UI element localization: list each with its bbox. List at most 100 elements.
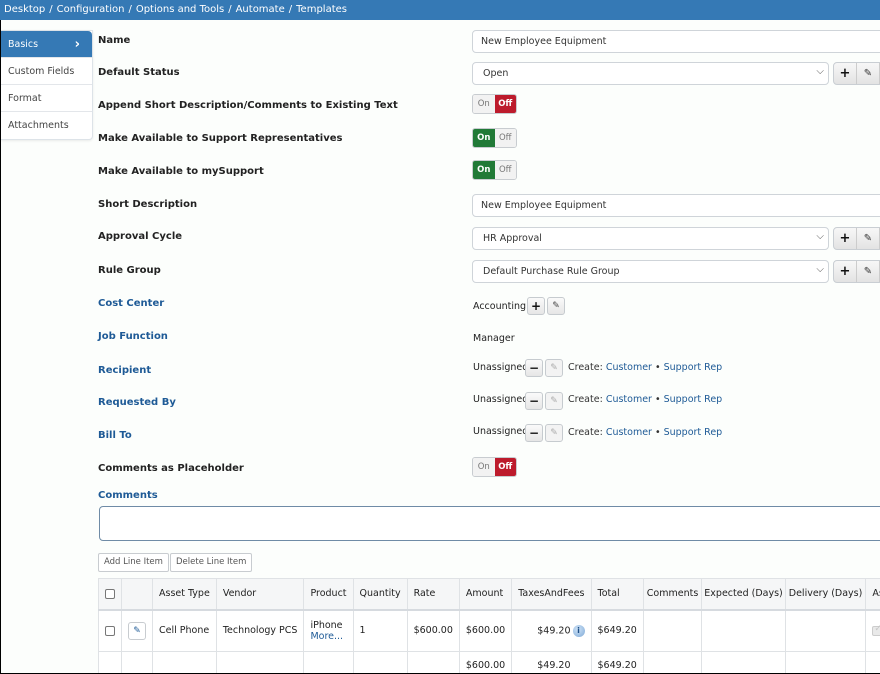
sidebar-item-basics[interactable]: Basics › xyxy=(1,31,92,58)
pencil-icon[interactable]: ✎ xyxy=(857,261,880,282)
available-mysupport-toggle[interactable]: On Off xyxy=(472,160,517,180)
create-customer-link[interactable]: Customer xyxy=(606,427,652,438)
rule-group-select[interactable]: Default Purchase Rule Group ⌵ xyxy=(472,260,829,283)
recipient-label[interactable]: Recipient xyxy=(98,365,151,376)
toggle-on-option[interactable]: On xyxy=(473,129,495,147)
taxes-value: $49.20 xyxy=(537,625,571,637)
row-edit-cell: ✎ xyxy=(121,609,153,652)
column-header-asset-type[interactable]: Asset Type xyxy=(152,578,217,611)
recipient-value: Unassigned xyxy=(473,362,529,373)
pencil-icon[interactable]: ✎ xyxy=(545,392,563,410)
bill-to-label[interactable]: Bill To xyxy=(98,430,132,441)
pencil-icon[interactable]: ✎ xyxy=(545,424,563,442)
column-header-vendor[interactable]: Vendor xyxy=(215,578,305,611)
default-status-select[interactable]: Open ⌵ xyxy=(472,62,829,85)
remove-icon[interactable]: − xyxy=(525,359,543,377)
column-header-product[interactable]: Product xyxy=(303,578,354,611)
add-icon[interactable]: + xyxy=(527,297,545,315)
pencil-icon[interactable]: ✎ xyxy=(857,63,880,84)
table-row: ✎ Cell Phone Technology PCS iPhone More.… xyxy=(98,609,880,652)
add-icon[interactable]: + xyxy=(834,228,857,249)
recipient-create: Create: Customer • Support Rep xyxy=(568,362,722,373)
append-short-description-toggle[interactable]: On Off xyxy=(472,94,517,114)
info-icon[interactable]: i xyxy=(572,624,585,637)
select-all-checkbox[interactable] xyxy=(105,588,115,599)
grand-total: $649.20 xyxy=(590,651,644,674)
toggle-on-option[interactable]: On xyxy=(473,161,495,179)
remove-icon[interactable]: − xyxy=(525,392,543,410)
toggle-off-option[interactable]: Off xyxy=(494,161,516,179)
toggle-on-option[interactable]: On xyxy=(473,458,495,476)
breadcrumb-desktop[interactable]: Desktop xyxy=(4,4,45,15)
add-icon[interactable]: + xyxy=(834,261,857,282)
toggle-off-option[interactable]: Off xyxy=(494,458,516,476)
sidebar-item-custom-fields[interactable]: Custom Fields xyxy=(1,58,92,85)
job-function-label[interactable]: Job Function xyxy=(98,331,168,342)
cell-amount: $600.00 xyxy=(458,609,513,652)
totals-empty-cell xyxy=(215,651,305,674)
column-header-amount[interactable]: Amount xyxy=(458,578,513,611)
column-header-taxes-and-fees[interactable]: TaxesAndFees xyxy=(511,578,592,611)
toggle-on-option[interactable]: On xyxy=(473,95,495,113)
column-header-asset-create[interactable]: Asset Create xyxy=(865,578,880,611)
requested-by-label[interactable]: Requested By xyxy=(98,397,176,408)
column-header-total[interactable]: Total xyxy=(590,578,644,611)
comments-textarea[interactable] xyxy=(99,506,880,541)
sidebar-item-attachments[interactable]: Attachments xyxy=(1,112,92,139)
create-customer-link[interactable]: Customer xyxy=(606,362,652,373)
cell-delivery-days xyxy=(784,609,867,652)
remove-icon[interactable]: − xyxy=(525,424,543,442)
available-support-reps-label: Make Available to Support Representative… xyxy=(98,133,343,144)
name-input[interactable]: New Employee Equipment xyxy=(472,30,880,53)
bill-to-value: Unassigned xyxy=(473,426,529,437)
delete-line-item-button[interactable]: Delete Line Item xyxy=(170,553,253,572)
create-support-rep-link[interactable]: Support Rep xyxy=(664,427,723,438)
available-support-reps-toggle[interactable]: On Off xyxy=(472,128,517,148)
short-description-input[interactable]: New Employee Equipment xyxy=(472,194,880,217)
comments-placeholder-toggle[interactable]: On Off xyxy=(472,457,517,477)
pencil-icon[interactable]: ✎ xyxy=(857,228,880,249)
create-customer-link[interactable]: Customer xyxy=(606,394,652,405)
line-items-table: Asset Type Vendor Product Quantity Rate … xyxy=(98,578,880,674)
toggle-off-option[interactable]: Off xyxy=(494,129,516,147)
totals-empty-cell xyxy=(701,651,786,674)
product-more-link[interactable]: More... xyxy=(310,631,346,642)
breadcrumb-options-and-tools[interactable]: Options and Tools xyxy=(136,4,224,15)
add-line-item-button[interactable]: Add Line Item xyxy=(98,553,169,572)
row-select-cell xyxy=(98,609,122,652)
cell-rate: $600.00 xyxy=(406,609,460,652)
toggle-off-option[interactable]: Off xyxy=(494,95,516,113)
chevron-down-icon: ⌵ xyxy=(816,264,824,275)
bill-to-create: Create: Customer • Support Rep xyxy=(568,427,722,438)
sidebar-item-label: Basics xyxy=(8,39,39,50)
row-checkbox[interactable] xyxy=(105,625,115,636)
totals-empty-cell xyxy=(121,651,153,674)
pencil-icon[interactable]: ✎ xyxy=(128,621,146,640)
column-header-quantity[interactable]: Quantity xyxy=(352,578,408,611)
column-header-rate[interactable]: Rate xyxy=(406,578,460,611)
totals-empty-cell xyxy=(784,651,867,674)
cell-quantity: 1 xyxy=(352,609,408,652)
breadcrumb-automate[interactable]: Automate xyxy=(236,4,285,15)
totals-empty-cell xyxy=(303,651,354,674)
column-header-expected-days[interactable]: Expected (Days) xyxy=(701,578,786,611)
total-taxes: $49.20 xyxy=(511,651,592,674)
pencil-icon[interactable]: ✎ xyxy=(547,297,565,315)
requested-by-value: Unassigned xyxy=(473,394,529,405)
sidebar-item-format[interactable]: Format xyxy=(1,85,92,112)
chevron-right-icon: › xyxy=(74,37,80,52)
sidebar-item-label: Attachments xyxy=(8,120,69,131)
sidebar-item-label: Format xyxy=(8,93,42,104)
column-header-delivery-days[interactable]: Delivery (Days) xyxy=(784,578,867,611)
approval-cycle-select[interactable]: HR Approval ⌵ xyxy=(472,227,829,250)
default-status-label: Default Status xyxy=(98,67,180,78)
breadcrumb-configuration[interactable]: Configuration xyxy=(57,4,125,15)
column-header-comments[interactable]: Comments xyxy=(642,578,703,611)
pencil-icon[interactable]: ✎ xyxy=(545,359,563,377)
cell-vendor: Technology PCS xyxy=(215,609,305,652)
default-status-actions: + ✎ xyxy=(833,62,880,85)
create-support-rep-link[interactable]: Support Rep xyxy=(664,394,723,405)
cost-center-label[interactable]: Cost Center xyxy=(98,298,164,309)
add-icon[interactable]: + xyxy=(834,63,857,84)
create-support-rep-link[interactable]: Support Rep xyxy=(664,362,723,373)
